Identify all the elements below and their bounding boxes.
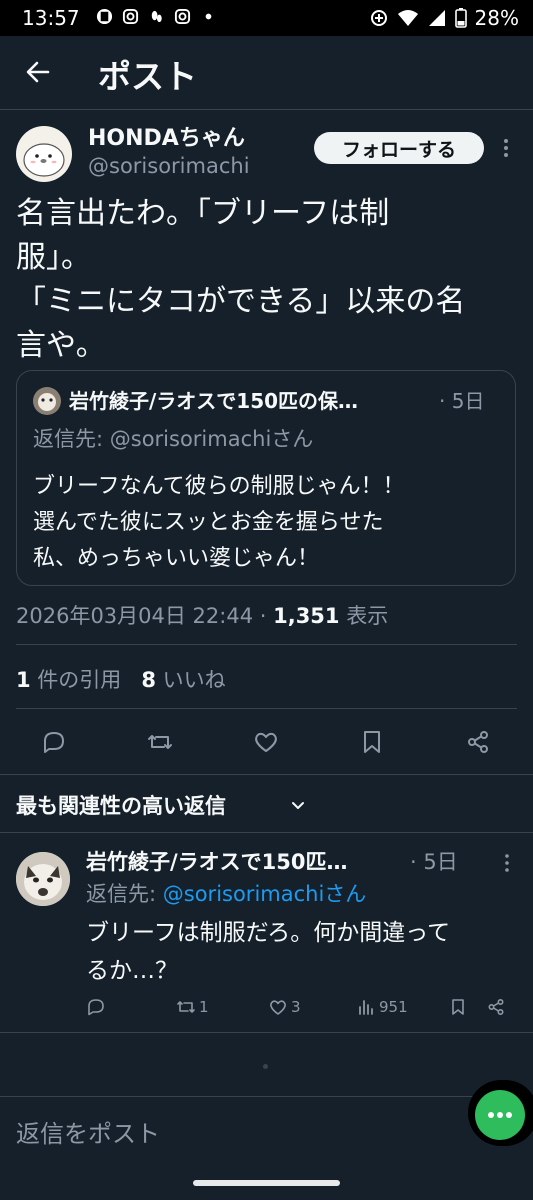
reply-bookmark-button[interactable] [448,996,468,1018]
reply-views-count: 951 [379,998,408,1016]
back-arrow-icon[interactable] [24,58,52,86]
more-vertical-icon[interactable] [498,852,516,874]
cat-photo-image [16,852,70,906]
quote-count: 1 [16,668,31,692]
reply-icon [88,999,104,1016]
more-actions-fab[interactable] [475,1090,525,1140]
avatar[interactable] [16,126,72,182]
data-saver-icon [370,10,387,26]
instagram-icon-2 [174,8,191,25]
wifi-icon [397,10,418,26]
views-count: 1,351 [273,604,340,628]
reply-like-button[interactable]: 3 [268,996,301,1018]
quoted-post-card[interactable]: 岩竹綾子/ラオスで150匹の保… · 5日 返信先: @sorisorimach… [16,370,516,586]
more-vertical-icon[interactable] [496,136,516,160]
reply-icon[interactable] [40,728,68,756]
battery-percent: 28% [474,6,519,30]
retweet-icon [177,1001,195,1013]
status-time: 13:57 [22,6,80,30]
reply-to-handle-link[interactable]: @sorisorimachiさん [163,882,367,906]
reply-like-count: 3 [291,998,301,1016]
instagram-icon [122,8,139,25]
quoted-avatar [33,387,61,415]
reply-composer-input[interactable] [16,1114,436,1154]
views-icon [359,1000,373,1015]
notification-icons [96,8,217,25]
follow-button[interactable]: フォローする [314,132,484,164]
quoted-post-text: ブリーフなんて彼らの制服じゃん！！ 選んでた彼にスッとお金を握らせた 私、めっち… [33,474,405,571]
footprint-icon [151,10,162,23]
divider [0,774,533,775]
cat-avatar-image [33,387,61,415]
reply-avatar[interactable] [16,852,70,906]
author-name[interactable]: HONDAちゃん [88,120,245,152]
like-icon [270,1000,286,1015]
divider [0,1032,533,1033]
quoted-post-time: · 5日 [439,389,485,413]
like-label: いいね [155,668,226,692]
reply-retweet-button[interactable]: 1 [176,996,209,1018]
author-handle[interactable]: @sorisorimachi [88,154,250,178]
quoted-reply-to: 返信先: @sorisorimachiさん [33,427,314,451]
like-icon[interactable] [252,728,280,756]
bookmark-icon[interactable] [358,728,386,756]
post-timestamp: 2026年03月04日 22:44 · 1,351 表示 [16,600,388,630]
post-action-bar [0,722,533,762]
bookmark-icon [452,999,464,1015]
page-title: ポスト [98,57,197,96]
reply-action-bar: 1 3 951 [0,992,533,1022]
reply-views[interactable]: 951 [356,996,408,1018]
quotes-stat[interactable]: 1 件の引用 [16,668,121,692]
reply-reply-button[interactable] [86,996,106,1018]
retweet-icon[interactable] [146,728,174,756]
like-count: 8 [141,668,156,692]
divider [16,708,517,709]
loading-indicator [263,1064,268,1069]
share-icon[interactable] [464,728,492,756]
gesture-nav-pill[interactable] [193,1180,340,1186]
likes-stat[interactable]: 8 いいね [141,668,225,692]
app-notification-icon [96,8,113,25]
post-date: 2026年03月04日 22:44 · [16,604,274,628]
signal-icon [428,10,445,26]
seal-avatar-image [23,143,65,177]
divider [0,832,533,833]
divider [16,644,517,645]
status-bar: 13:57 28% [0,0,533,36]
reply-author-name[interactable]: 岩竹綾子/ラオスで150匹… [86,846,348,876]
reply-share-button[interactable] [486,996,506,1018]
more-horizontal-icon [488,1112,512,1118]
system-icons: 28% [369,6,519,30]
divider [0,1096,533,1097]
reply-retweet-count: 1 [199,998,209,1016]
quote-label: 件の引用 [30,668,122,692]
battery-icon [454,8,467,28]
top-app-bar: ポスト [0,36,533,110]
views-label: 表示 [339,604,389,628]
reply-to-line: 返信先: @sorisorimachiさん [86,878,366,908]
reply-text: ブリーフは制服だろ。何か間違って るか…？ [86,920,451,984]
post-text: 名言出たわ。「ブリーフは制 服」。 「ミニにタコができる」以来の名 言や。 [16,196,466,363]
reply-time: · 5日 [410,850,458,874]
dot-icon [205,13,212,20]
chevron-down-icon[interactable] [290,798,306,814]
engagement-stats: 1 件の引用 8 いいね [16,664,226,694]
reply-to-prefix: 返信先: [86,882,163,906]
quoted-author-name: 岩竹綾子/ラオスで150匹の保… [69,389,359,413]
share-icon [488,998,504,1016]
reply-sort-label[interactable]: 最も関連性の高い返信 [16,790,226,820]
